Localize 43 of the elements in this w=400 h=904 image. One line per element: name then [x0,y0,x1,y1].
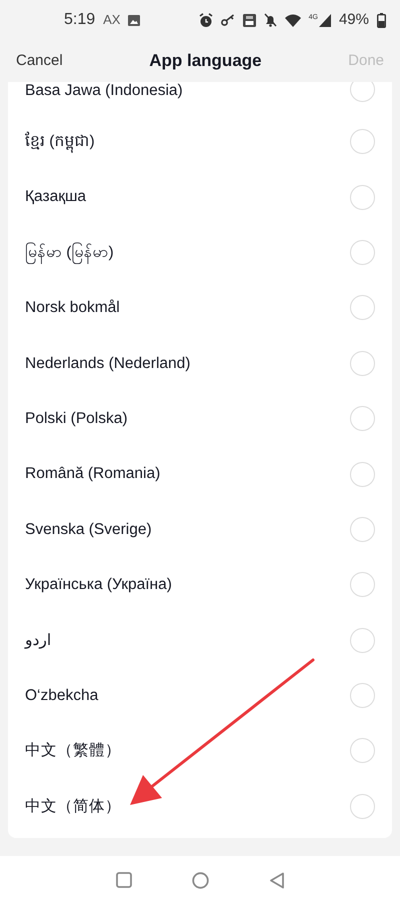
language-name[interactable]: ខ្មែរ (កម្ពុជា) [25,130,95,154]
radio-button[interactable] [350,350,375,376]
radio-button[interactable] [350,738,375,764]
language-name[interactable]: မြန်မာ (မြန်မာ) [25,240,114,264]
language-name[interactable]: Română (Romania) [25,462,160,486]
radio-button[interactable] [350,516,375,542]
radio-button[interactable] [350,240,375,265]
battery-percent: 49% [338,10,369,30]
language-name[interactable]: Українська (Україна) [25,573,172,596]
back-icon[interactable] [268,872,284,888]
alarm-icon [198,12,213,28]
language-name[interactable]: O‘zbekcha [25,684,98,708]
language-name[interactable]: 中文（繁體） [25,739,121,763]
key-icon [220,14,235,26]
radio-button[interactable] [350,462,375,487]
status-time: 5:19 [64,10,96,30]
language-name[interactable]: اردو [25,628,52,652]
radio-button[interactable] [350,628,375,653]
radio-button[interactable] [350,406,375,432]
language-name[interactable]: Basa Jawa (Indonesia) [25,82,183,102]
radio-button[interactable] [350,794,375,819]
radio-button[interactable] [350,572,375,598]
radio-button[interactable] [350,184,375,210]
screen-title: App language [149,50,262,72]
cancel-button[interactable]: Cancel [16,50,63,72]
language-name[interactable]: 中文（简体） [25,794,121,818]
signal-icon [318,14,331,26]
radio-button[interactable] [350,82,375,102]
language-name[interactable]: Nederlands (Nederland) [25,352,190,375]
wifi-icon [284,14,301,26]
radio-button[interactable] [350,129,375,154]
radio-button[interactable] [350,295,375,320]
bell-off-icon [264,13,277,27]
language-name[interactable]: Svenska (Sverige) [25,518,152,542]
carrier-label: AX [103,11,120,30]
picture-icon [128,14,140,26]
radio-button[interactable] [350,683,375,708]
recents-icon[interactable] [116,872,132,888]
language-name[interactable]: Norsk bokmål [25,296,120,320]
home-icon[interactable] [192,872,208,888]
language-name[interactable]: Қазақша [25,185,86,209]
battery-icon [377,12,386,28]
language-name[interactable]: Polski (Polska) [25,407,128,430]
